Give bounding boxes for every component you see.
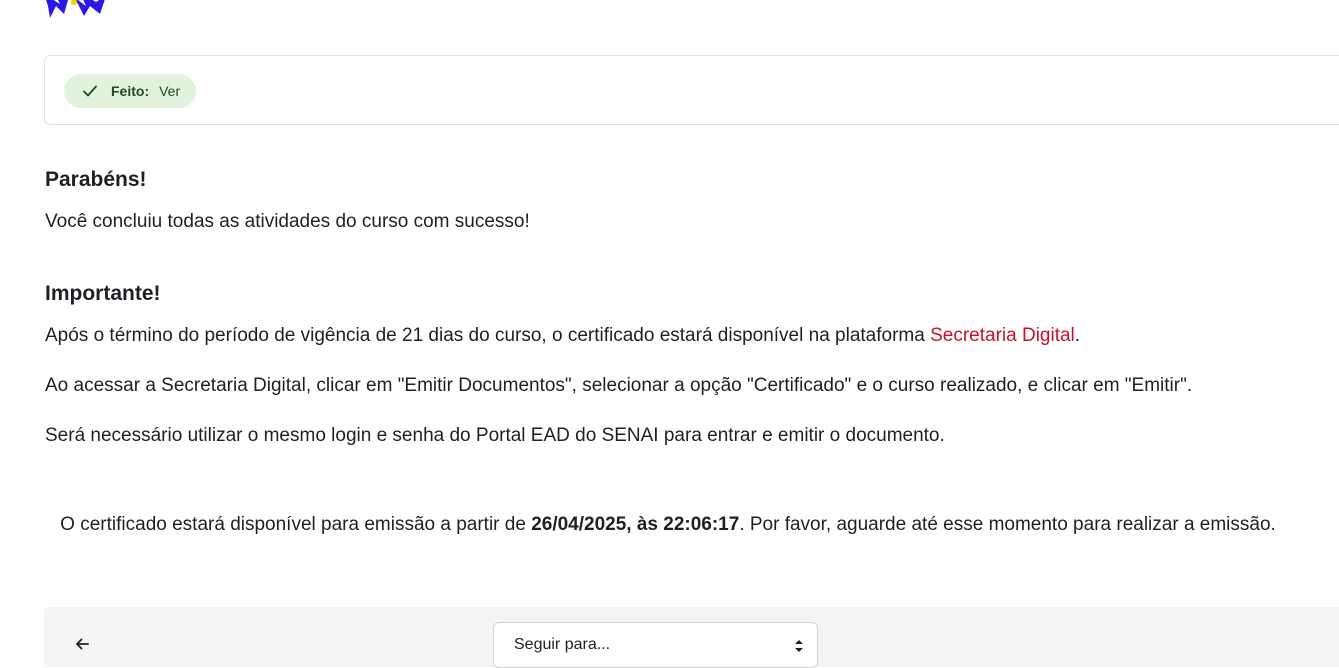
jump-to-placeholder: Seguir para...	[514, 636, 611, 653]
congrats-heading: Parabéns!	[45, 168, 147, 191]
availability-datetime: 26/04/2025, às 22:06:17	[531, 514, 740, 535]
availability-suffix: . Por favor, aguarde até esse momento pa…	[739, 514, 1276, 535]
arrow-left-icon[interactable]	[74, 636, 90, 652]
certificate-availability-notice: O certificado estará disponível para emi…	[28, 510, 1308, 540]
secretaria-digital-link[interactable]: Secretaria Digital	[930, 325, 1075, 346]
important-line-1-end: .	[1074, 325, 1081, 346]
important-line-3: Será necessário utilizar o mesmo login e…	[45, 425, 945, 446]
completion-status-value: Ver	[159, 83, 181, 99]
important-line-1-text: Após o término do período de vigência de…	[45, 325, 931, 346]
completion-status-label: Feito:	[111, 83, 150, 99]
star-logo-icon	[46, 0, 105, 18]
completion-status-badge[interactable]: Feito: Ver	[64, 74, 197, 108]
select-caret-icon	[795, 640, 803, 652]
important-line-2: Ao acessar a Secretaria Digital, clicar …	[45, 375, 1193, 396]
important-heading: Importante!	[45, 282, 161, 305]
important-line-1: Após o término do período de vigência de…	[45, 325, 1080, 347]
congrats-message: Você concluiu todas as atividades do cur…	[45, 211, 530, 232]
jump-to-select[interactable]: Seguir para...	[493, 622, 818, 668]
activity-navigation-bar: Seguir para...	[44, 607, 1339, 668]
activity-completion-card: Feito: Ver	[44, 55, 1339, 125]
check-icon	[83, 85, 97, 97]
availability-prefix: O certificado estará disponível para emi…	[60, 514, 532, 535]
